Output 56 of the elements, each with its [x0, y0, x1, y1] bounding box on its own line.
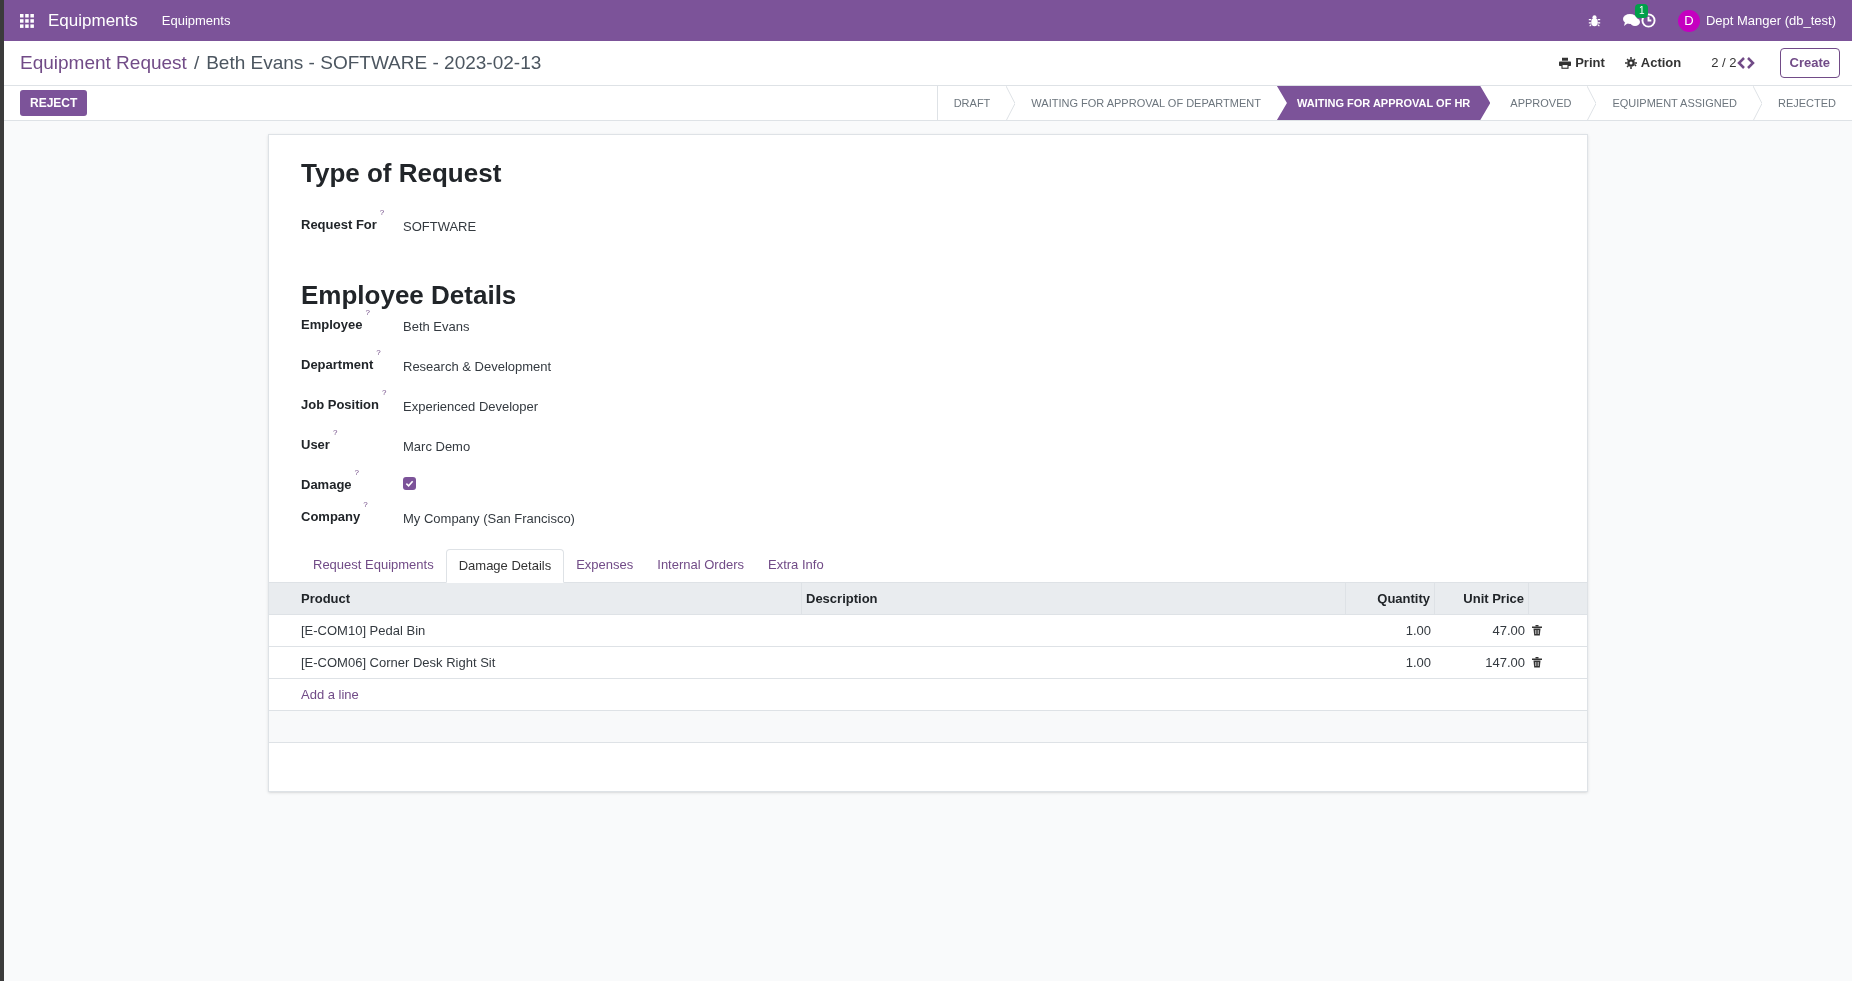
trash-icon[interactable]: [1532, 625, 1542, 636]
chat-icon[interactable]: [1622, 13, 1641, 28]
table-cell-text: [E-COM10] Pedal Bin: [301, 621, 427, 640]
record-title: Beth Evans - SOFTWARE - 2023-02-13: [206, 50, 542, 75]
field-label: Department: [301, 356, 374, 374]
bug-icon[interactable]: [1587, 14, 1601, 27]
status-stage[interactable]: WAITING FOR APPROVAL OF HR: [1276, 86, 1491, 120]
notebook-tab[interactable]: Internal Orders: [645, 548, 756, 582]
notebook-tab[interactable]: Expenses: [564, 548, 646, 582]
clock-icon[interactable]: [1640, 13, 1656, 28]
table-cell-text: 147.00: [1484, 653, 1526, 672]
section-heading: Type of Request: [301, 157, 503, 190]
field-label: Damage: [301, 476, 352, 494]
user-avatar[interactable]: D: [1677, 9, 1700, 32]
create-button[interactable]: Create: [1779, 48, 1840, 78]
field-label: Company: [301, 508, 361, 526]
table-cell-text: 1.00: [1404, 621, 1432, 640]
field-label: Request For: [301, 216, 377, 234]
pager-value: 2 / 2: [1711, 54, 1737, 73]
field-label: Job Position: [301, 396, 379, 414]
field-value: SOFTWARE: [403, 218, 477, 236]
message-count-badge: 1: [1634, 4, 1649, 18]
table-cell-text: 47.00: [1491, 621, 1526, 640]
notebook-tab[interactable]: Request Equipments: [301, 548, 446, 582]
breadcrumb-separator: /: [193, 50, 200, 75]
trash-icon[interactable]: [1532, 657, 1542, 668]
damage-checkbox[interactable]: [403, 477, 416, 490]
column-header[interactable]: Description: [801, 583, 1345, 614]
column-header[interactable]: Quantity: [1345, 583, 1435, 614]
field-value: Beth Evans: [403, 318, 470, 336]
field-value: Marc Demo: [403, 438, 471, 456]
column-header[interactable]: Unit Price: [1435, 583, 1529, 614]
printer-icon: [1559, 57, 1572, 69]
column-header[interactable]: Product: [301, 583, 801, 614]
table-cell-text: [E-COM06] Corner Desk Right Sit: [301, 653, 497, 672]
print-button[interactable]: Print: [1559, 53, 1605, 73]
table-cell-text: 1.00: [1404, 653, 1432, 672]
menu-item[interactable]: Equipments: [161, 10, 231, 31]
reject-button[interactable]: REJECT: [20, 90, 88, 116]
previous-icon[interactable]: [1736, 57, 1746, 69]
breadcrumb-link[interactable]: Equipment Request: [20, 48, 187, 78]
app-name[interactable]: Equipments: [48, 7, 138, 34]
field-value: My Company (San Francisco): [403, 510, 575, 528]
notebook-tab[interactable]: Extra Info: [756, 548, 836, 582]
add-line-link[interactable]: Add a line: [301, 684, 359, 705]
field-label: Employee: [301, 316, 363, 334]
gear-icon: [1624, 57, 1637, 69]
user-name[interactable]: Dept Manger (db_test): [1705, 10, 1836, 31]
app-menu-icon[interactable]: [20, 13, 34, 28]
section-heading: Employee Details: [301, 279, 518, 310]
field-value: Experienced Developer: [403, 398, 539, 416]
notebook-tab[interactable]: Damage Details: [445, 549, 565, 583]
field-value: Research & Development: [403, 358, 552, 376]
next-icon[interactable]: [1745, 57, 1755, 69]
action-button[interactable]: Action: [1624, 53, 1682, 73]
field-label: User: [301, 436, 330, 454]
